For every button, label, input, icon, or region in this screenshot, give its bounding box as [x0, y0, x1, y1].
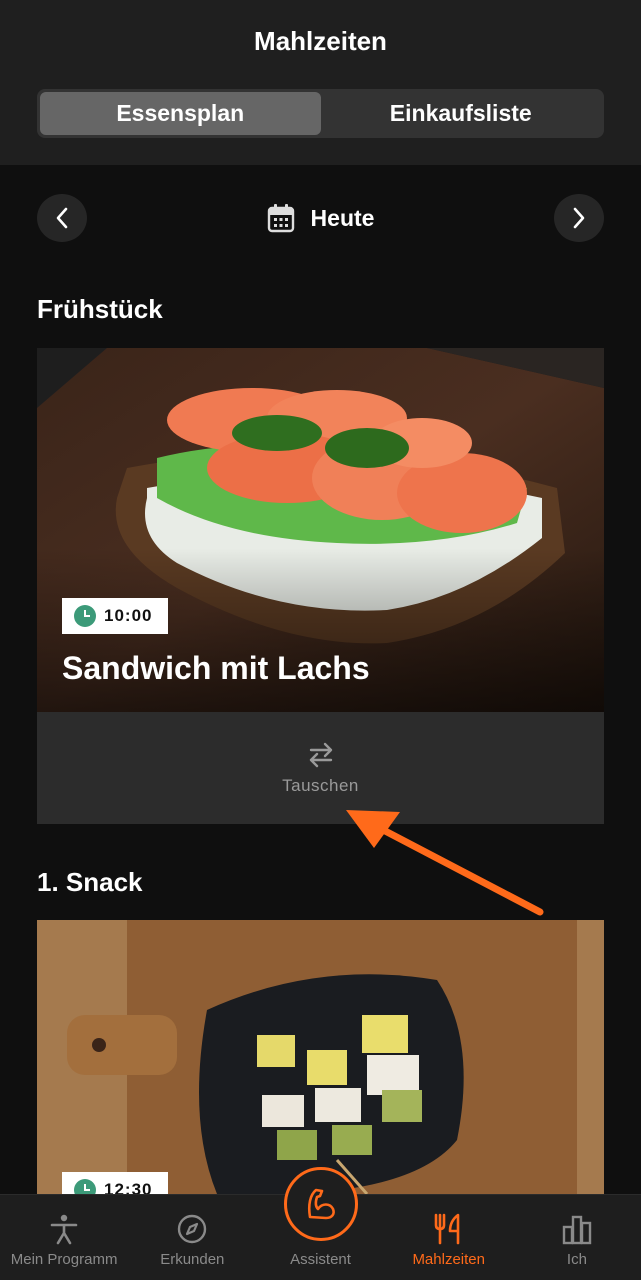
meal-card-snack[interactable]: 12:30	[37, 920, 604, 1194]
calendar-icon	[267, 204, 294, 233]
flexed-arm-icon	[307, 1188, 335, 1220]
meal-photo: 12:30	[37, 920, 604, 1194]
swap-label: Tauschen	[282, 776, 359, 795]
tab-einkaufsliste[interactable]: Einkaufsliste	[321, 92, 602, 135]
tab-ich[interactable]: Ich	[513, 1195, 641, 1280]
compass-icon	[178, 1214, 207, 1244]
chevron-right-icon	[573, 207, 585, 229]
meal-time-badge: 10:00	[62, 598, 168, 634]
tab-bar: Mein Programm Erkunden Assistent Mahlzei…	[0, 1167, 641, 1280]
section-title-snack: 1. Snack	[37, 867, 143, 897]
date-selector[interactable]: Heute	[37, 194, 604, 242]
page-title: Mahlzeiten	[254, 26, 387, 56]
swap-arrows-icon	[309, 742, 332, 768]
bar-chart-icon	[562, 1215, 592, 1245]
clock-icon	[74, 1179, 96, 1194]
tab-label: Assistent	[290, 1251, 351, 1268]
assistant-button[interactable]	[283, 1167, 358, 1241]
meal-time: 10:00	[104, 606, 153, 625]
swap-button[interactable]: Tauschen	[37, 712, 604, 824]
tab-mein-programm[interactable]: Mein Programm	[0, 1195, 128, 1280]
tab-label: Erkunden	[160, 1251, 225, 1268]
clock-icon	[74, 605, 96, 627]
tab-label: Mahlzeiten	[412, 1251, 485, 1268]
tab-label: Mein Programm	[10, 1251, 118, 1268]
meal-time-badge: 12:30	[62, 1172, 168, 1194]
tab-erkunden[interactable]: Erkunden	[128, 1195, 256, 1280]
skewers-image	[37, 920, 604, 1194]
section-title-fruehstueck: Frühstück	[37, 294, 163, 324]
person-exercise-icon	[50, 1214, 78, 1245]
date-label: Heute	[310, 204, 375, 231]
next-day-button[interactable]	[554, 194, 604, 242]
header: Mahlzeiten Essensplan Einkaufsliste	[0, 0, 641, 165]
tab-mahlzeiten[interactable]: Mahlzeiten	[385, 1195, 513, 1280]
meal-card-fruehstueck[interactable]: 10:00 Sandwich mit Lachs Tauschen	[37, 348, 604, 824]
tab-essensplan[interactable]: Essensplan	[40, 92, 321, 135]
segmented-control: Essensplan Einkaufsliste	[37, 89, 604, 138]
meal-time: 12:30	[104, 1180, 153, 1194]
fork-knife-icon	[434, 1213, 460, 1245]
date-navigation: Heute	[37, 194, 604, 242]
meal-photo: 10:00 Sandwich mit Lachs	[37, 348, 604, 712]
meal-name: Sandwich mit Lachs	[62, 650, 370, 686]
tab-assistent[interactable]: Assistent	[256, 1167, 384, 1280]
tab-label: Ich	[566, 1251, 587, 1268]
